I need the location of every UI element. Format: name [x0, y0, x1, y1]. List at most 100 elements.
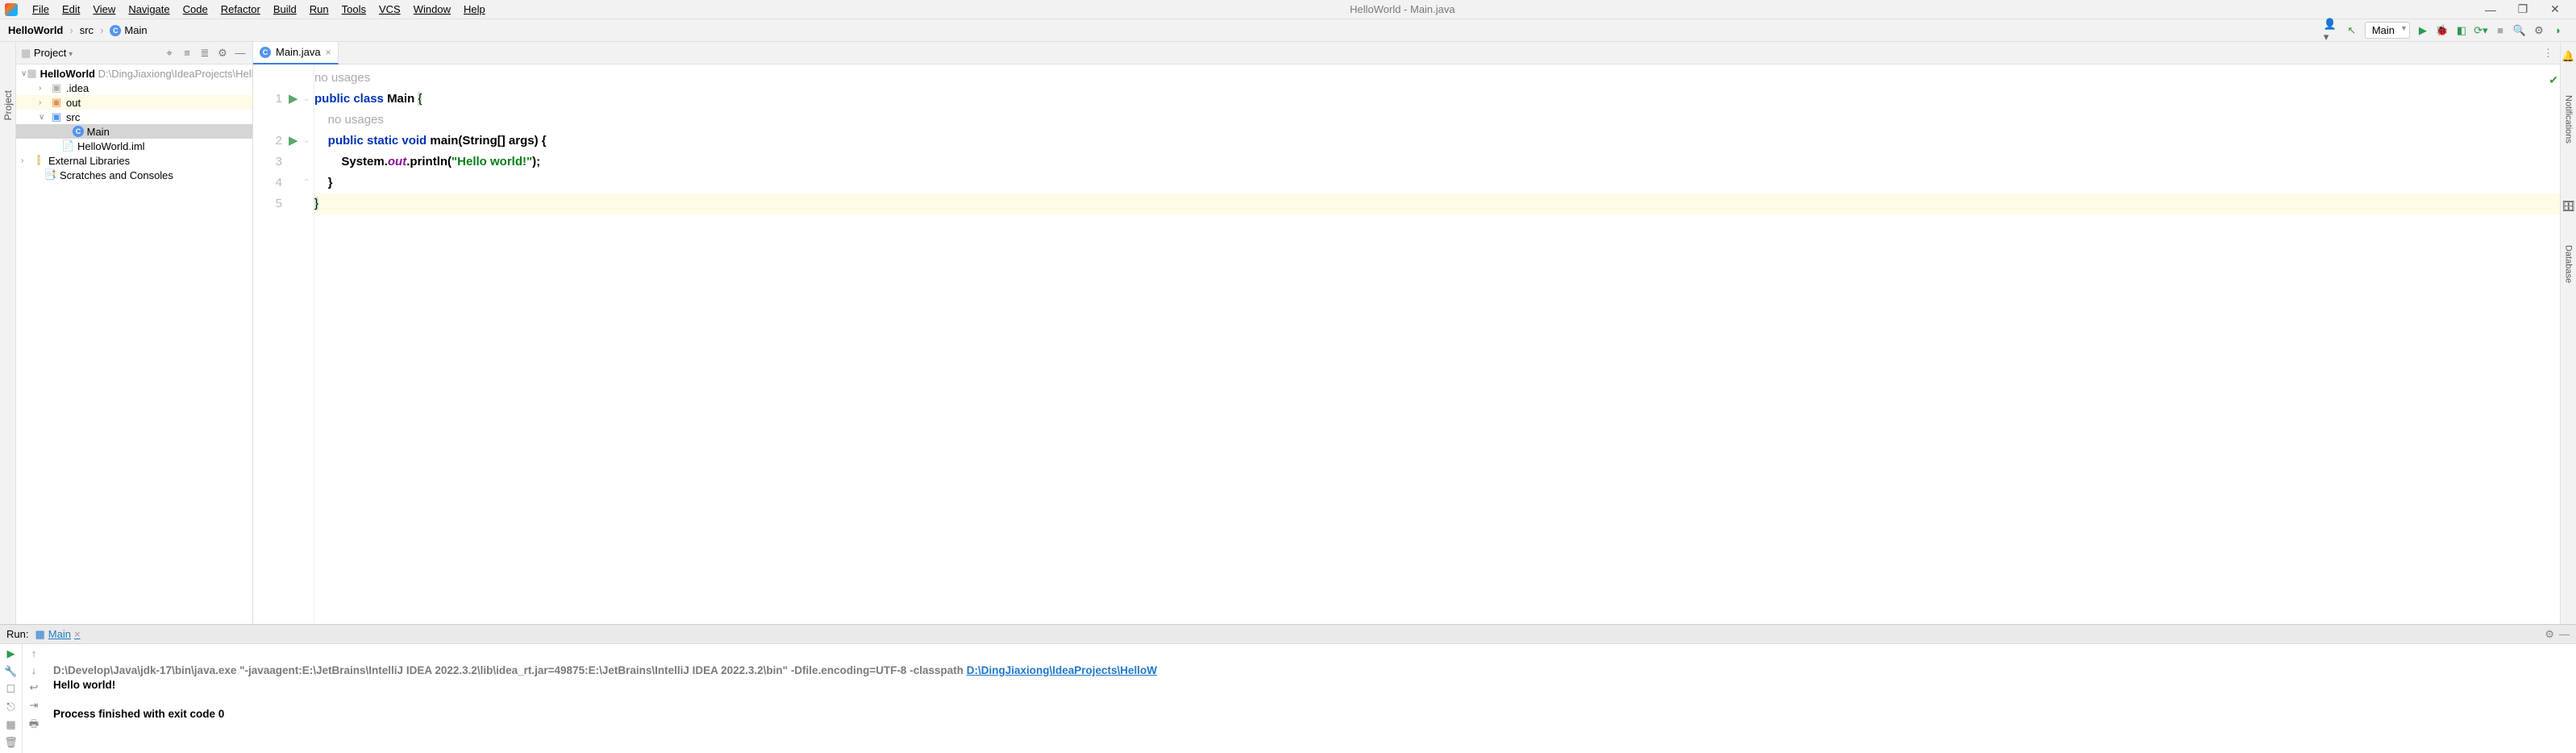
tree-iml[interactable]: 📄 HelloWorld.iml [16, 139, 252, 153]
fold-icon[interactable]: ⌄ [303, 89, 314, 110]
fold-icon[interactable]: ⌄ [303, 131, 314, 152]
code-content[interactable]: no usages public class Main { no usages … [314, 64, 2560, 624]
softwrap-icon[interactable]: ↩ [30, 681, 39, 694]
project-tree[interactable]: ∨▦ HelloWorld D:\DingJiaxiong\IdeaProjec… [16, 64, 252, 624]
run-tab[interactable]: ▦ Main × [28, 628, 86, 641]
print-icon[interactable]: 🖶 [29, 717, 39, 734]
fold-end-icon[interactable]: ⌃ [303, 173, 314, 193]
notifications-button[interactable]: Notifications [2564, 95, 2574, 144]
menu-vcs[interactable]: VCS [372, 3, 407, 15]
tree-idea-label: .idea [66, 82, 89, 94]
run-label: Run: [6, 628, 28, 640]
tree-out[interactable]: ›▣ out [16, 95, 252, 110]
profile-icon[interactable]: ⟳▾ [2472, 22, 2490, 40]
expand-all-icon[interactable]: ≡ [180, 47, 194, 60]
hide-icon[interactable]: — [2559, 628, 2570, 641]
tree-ext-label: External Libraries [48, 155, 130, 167]
folder-icon: ▦ [21, 47, 31, 60]
tree-src[interactable]: ∨▣ src [16, 110, 252, 124]
tree-main[interactable]: C Main [16, 124, 252, 139]
back-icon[interactable]: ↖ [2343, 22, 2361, 40]
console-command: D:\Develop\Java\jdk-17\bin\java.exe "-ja… [53, 664, 967, 676]
debug-icon[interactable]: 🐞 [2433, 22, 2451, 40]
menu-run[interactable]: Run [303, 3, 335, 15]
scratch-icon: 📑 [44, 168, 56, 181]
hide-icon[interactable]: — [233, 47, 248, 60]
menu-tools[interactable]: Tools [335, 3, 372, 15]
run-header: Run: ▦ Main × ⚙ — [0, 625, 2576, 644]
trash-icon[interactable]: 🗑 [4, 736, 18, 749]
project-view-combo[interactable]: Project [34, 47, 73, 59]
tree-main-label: Main [87, 126, 110, 138]
chevron-right-icon: › [97, 24, 106, 36]
menu-refactor[interactable]: Refactor [214, 3, 267, 15]
tree-external-libraries[interactable]: ›⫿ External Libraries [16, 153, 252, 168]
tabs-more-icon[interactable]: ⋮ [2543, 47, 2553, 60]
console-output[interactable]: D:\Develop\Java\jdk-17\bin\java.exe "-ja… [45, 644, 2576, 753]
run-line-icon[interactable]: ▶ [289, 89, 303, 110]
layout-icon[interactable]: ▦ [6, 718, 15, 731]
inspection-ok-icon[interactable]: ✔ [2549, 69, 2558, 90]
close-run-tab-icon[interactable]: × [74, 628, 81, 640]
menu-navigate[interactable]: Navigate [122, 3, 176, 15]
inlay-hint: no usages [314, 68, 2560, 89]
run-config-icon: ▦ [35, 628, 44, 641]
run-line-icon[interactable]: ▶ [289, 131, 303, 152]
main-area: Project ▦ Project ⌖ ≡ ≣ ⚙ — ∨▦ HelloWorl… [0, 42, 2576, 624]
notifications-icon[interactable]: 🔔 [2561, 50, 2574, 63]
user-icon[interactable]: 👤▾ [2324, 22, 2341, 40]
class-icon: C [260, 47, 271, 58]
menu-help[interactable]: Help [457, 3, 492, 15]
settings-icon[interactable]: ⚙ [2545, 628, 2554, 641]
run-tool-window: Run: ▦ Main × ⚙ — ▶ 🔧 ☐ ⎋ ▦ 🗑 ↑ ↓ ↩ ⇥ 🖶 … [0, 624, 2576, 753]
close-tab-icon[interactable]: × [326, 47, 331, 58]
code-editor[interactable]: 1 2 3 4 5 ▶ ▶ ⌄ ⌄ ⌃ no usages publ [253, 64, 2560, 624]
coverage-icon[interactable]: ◧ [2453, 22, 2470, 40]
wrench-icon[interactable]: 🔧 [4, 665, 17, 678]
chevron-right-icon: › [66, 24, 76, 36]
tab-main-java[interactable]: C Main.java × [253, 42, 339, 64]
rerun-icon[interactable]: ▶ [7, 647, 15, 660]
breadcrumb-src[interactable]: src [80, 24, 94, 36]
up-icon[interactable]: ↑ [31, 647, 37, 659]
class-icon: C [73, 126, 84, 137]
navigation-bar: HelloWorld › src › C Main 👤▾ ↖ Main ▶ 🐞 … [0, 19, 2576, 42]
collapse-all-icon[interactable]: ≣ [198, 47, 212, 60]
project-tool-button[interactable]: Project [2, 90, 14, 120]
codewithme-icon[interactable]: ◗ [2549, 22, 2567, 40]
project-panel: ▦ Project ⌖ ≡ ≣ ⚙ — ∨▦ HelloWorld D:\Din… [16, 42, 253, 624]
menu-view[interactable]: View [86, 3, 122, 15]
stop-icon[interactable]: ■ [2491, 22, 2509, 40]
minimize-button[interactable]: — [2474, 3, 2507, 16]
tree-scratches[interactable]: 📑 Scratches and Consoles [16, 168, 252, 182]
menu-code[interactable]: Code [177, 3, 214, 15]
console-path-link[interactable]: D:\DingJiaxiong\IdeaProjects\HelloW [967, 664, 1157, 676]
scroll-icon[interactable]: ⇥ [30, 699, 39, 712]
fold-gutter: ⌄ ⌄ ⌃ [303, 64, 314, 624]
editor-tabs: C Main.java × ⋮ [253, 42, 2560, 64]
menu-edit[interactable]: Edit [56, 3, 86, 15]
tree-root[interactable]: ∨▦ HelloWorld D:\DingJiaxiong\IdeaProjec… [16, 66, 252, 81]
tree-idea[interactable]: ›▣ .idea [16, 81, 252, 95]
menu-window[interactable]: Window [407, 3, 457, 15]
search-icon[interactable]: 🔍 [2511, 22, 2528, 40]
app-logo-icon [5, 3, 18, 16]
select-opened-icon[interactable]: ⌖ [162, 47, 177, 60]
down-icon[interactable]: ↓ [31, 664, 37, 676]
maximize-button[interactable]: ❐ [2507, 2, 2539, 16]
database-button[interactable]: Database [2564, 245, 2574, 283]
settings-icon[interactable]: ⚙ [2530, 22, 2548, 40]
breadcrumb-root[interactable]: HelloWorld [8, 24, 63, 36]
run-icon[interactable]: ▶ [2414, 22, 2432, 40]
tree-src-label: src [66, 111, 80, 123]
stop-icon[interactable]: ☐ [6, 683, 16, 696]
breadcrumb-file[interactable]: Main [124, 24, 147, 36]
exit-icon[interactable]: ⎋ [6, 701, 15, 713]
database-icon[interactable]: 🗄 [2561, 200, 2575, 213]
close-button[interactable]: ✕ [2539, 2, 2571, 16]
run-config-select[interactable]: Main [2365, 22, 2410, 39]
menu-build[interactable]: Build [267, 3, 303, 15]
right-tool-strip: 🔔 Notifications 🗄 Database [2560, 42, 2576, 624]
menu-file[interactable]: File [26, 3, 56, 15]
gear-icon[interactable]: ⚙ [215, 47, 230, 60]
